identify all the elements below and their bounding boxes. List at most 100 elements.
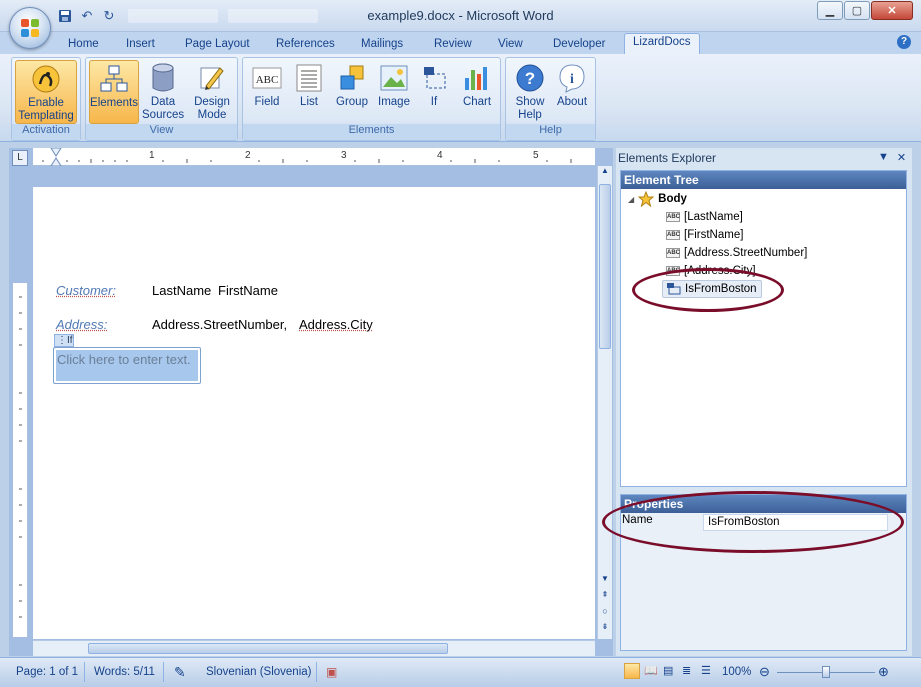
- svg-text:?: ?: [525, 69, 535, 88]
- zoom-out-icon[interactable]: ⊖: [759, 663, 770, 681]
- tab-view[interactable]: View: [498, 36, 523, 54]
- list-label: List: [300, 96, 318, 108]
- chart-label: Chart: [462, 96, 492, 108]
- vertical-scrollbar[interactable]: ▲ ▼ ⇞ ○ ⇟: [597, 166, 612, 639]
- maximize-button[interactable]: ▢: [844, 1, 870, 20]
- tab-lizarddocs[interactable]: LizardDocs: [624, 33, 700, 54]
- design-mode-button[interactable]: Design Mode: [189, 60, 235, 124]
- tab-selector-button[interactable]: L: [12, 150, 28, 166]
- if-content-control-tag[interactable]: ⋮If: [54, 334, 74, 347]
- property-name-value[interactable]: IsFromBoston: [703, 514, 888, 531]
- tree-item-label: [LastName]: [684, 211, 743, 223]
- tab-insert[interactable]: Insert: [126, 36, 155, 54]
- collapse-icon[interactable]: ◢: [628, 195, 634, 204]
- tree-item-body[interactable]: ◢ Body: [628, 190, 687, 208]
- list-button[interactable]: List: [291, 60, 327, 124]
- show-help-button[interactable]: ? Show Help: [511, 60, 549, 124]
- web-layout-icon[interactable]: ▤: [662, 663, 678, 679]
- city-field[interactable]: Address.City: [299, 317, 373, 332]
- horizontal-scrollbar[interactable]: [33, 640, 595, 656]
- tab-developer[interactable]: Developer: [553, 36, 605, 54]
- image-button[interactable]: Image: [374, 60, 414, 124]
- if-element-icon: [419, 62, 451, 94]
- elements-button[interactable]: Elements: [89, 60, 139, 124]
- chart-button[interactable]: Chart: [457, 60, 497, 124]
- scroll-down-icon[interactable]: ▼: [599, 574, 611, 588]
- next-page-icon[interactable]: ⇟: [599, 622, 611, 636]
- status-separator: [84, 662, 85, 682]
- customer-label: Customer:: [56, 283, 116, 298]
- horizontal-scroll-thumb[interactable]: [88, 643, 448, 654]
- placeholder-text[interactable]: Click here to enter text.: [56, 350, 198, 381]
- vertical-scroll-thumb[interactable]: [599, 184, 611, 349]
- tree-item-label: [Address.City]: [684, 265, 756, 277]
- tab-review[interactable]: Review: [434, 36, 472, 54]
- tab-references[interactable]: References: [276, 36, 335, 54]
- if-button[interactable]: If: [419, 60, 449, 124]
- street-number-field[interactable]: Address.StreetNumber,: [152, 317, 287, 332]
- zoom-level[interactable]: 100%: [722, 663, 751, 681]
- full-screen-reading-icon[interactable]: 📖: [643, 663, 659, 679]
- element-tree-header: Element Tree: [621, 171, 906, 189]
- office-button[interactable]: [9, 7, 51, 49]
- abc-field-icon: ABC: [251, 62, 283, 94]
- firstname-field[interactable]: FirstName: [218, 283, 278, 298]
- outline-view-icon[interactable]: ≣: [681, 663, 697, 679]
- data-sources-label: Data Sources: [142, 96, 185, 121]
- tab-mailings[interactable]: Mailings: [361, 36, 403, 54]
- page-count[interactable]: Page: 1 of 1: [16, 663, 78, 681]
- abc-field-icon: ABC: [666, 266, 680, 276]
- draft-view-icon[interactable]: ☰: [700, 663, 716, 679]
- tree-item-city[interactable]: ABC [Address.City]: [666, 262, 756, 280]
- minimize-button[interactable]: ▁: [817, 1, 843, 20]
- tree-item-street-number[interactable]: ABC [Address.StreetNumber]: [666, 244, 807, 262]
- window-controls: ▁ ▢ ✕: [817, 1, 913, 20]
- horizontal-ruler[interactable]: 1 2 3 4 5: [33, 148, 595, 166]
- document-page[interactable]: [33, 187, 595, 639]
- field-button[interactable]: ABC Field: [249, 60, 285, 124]
- enable-templating-button[interactable]: Enable Templating: [15, 60, 77, 124]
- group-help: ? Show Help i About Help: [505, 57, 596, 141]
- data-sources-button[interactable]: Data Sources: [142, 60, 184, 124]
- macro-recording-icon[interactable]: ▣: [326, 663, 337, 681]
- zoom-slider-thumb[interactable]: [822, 666, 830, 678]
- group-button[interactable]: Group: [332, 60, 372, 124]
- explorer-title: Elements Explorer: [618, 151, 717, 165]
- word-count[interactable]: Words: 5/11: [94, 663, 155, 681]
- if-content-control[interactable]: Click here to enter text.: [53, 347, 201, 384]
- scroll-up-icon[interactable]: ▲: [599, 166, 611, 180]
- print-layout-view-icon[interactable]: [624, 663, 640, 679]
- tab-home[interactable]: Home: [68, 36, 99, 54]
- property-name-label: Name: [622, 514, 653, 526]
- select-browse-object-icon[interactable]: ○: [599, 606, 611, 620]
- if-label: If: [430, 96, 438, 108]
- language-status[interactable]: Slovenian (Slovenia): [206, 663, 311, 681]
- group-label-elements: Elements: [243, 124, 500, 140]
- question-icon: ?: [514, 62, 546, 94]
- tree-item-isfromboston[interactable]: IsFromBoston: [662, 280, 762, 298]
- pane-options-icon[interactable]: ▼: [878, 151, 889, 164]
- image-icon: [378, 62, 410, 94]
- tab-page-layout[interactable]: Page Layout: [185, 36, 250, 54]
- tree-item-label: IsFromBoston: [685, 283, 757, 295]
- tree-item-lastname[interactable]: ABC [LastName]: [666, 208, 743, 226]
- previous-page-icon[interactable]: ⇞: [599, 590, 611, 604]
- ruler-number-3: 3: [341, 150, 347, 161]
- pane-close-icon[interactable]: ✕: [897, 151, 906, 164]
- title-bar: ↶ ↻ example9.docx - Microsoft Word ▁ ▢ ✕: [0, 0, 921, 32]
- help-icon[interactable]: ?: [897, 35, 911, 49]
- group-label-view: View: [86, 124, 237, 140]
- about-button[interactable]: i About: [552, 60, 592, 124]
- proofing-icon[interactable]: ✎: [174, 663, 186, 681]
- close-button[interactable]: ✕: [871, 1, 913, 20]
- design-mode-icon: [196, 62, 228, 94]
- info-icon: i: [556, 62, 588, 94]
- ribbon-tabs: Home Insert Page Layout References Maili…: [0, 32, 921, 54]
- lastname-field[interactable]: LastName: [152, 283, 211, 298]
- if-tag-label: If: [67, 335, 73, 346]
- element-tree-panel: Element Tree: [620, 170, 907, 487]
- zoom-in-icon[interactable]: ⊕: [878, 663, 889, 681]
- tree-item-firstname[interactable]: ABC [FirstName]: [666, 226, 743, 244]
- list-icon: [293, 62, 325, 94]
- svg-text:ABC: ABC: [256, 74, 279, 86]
